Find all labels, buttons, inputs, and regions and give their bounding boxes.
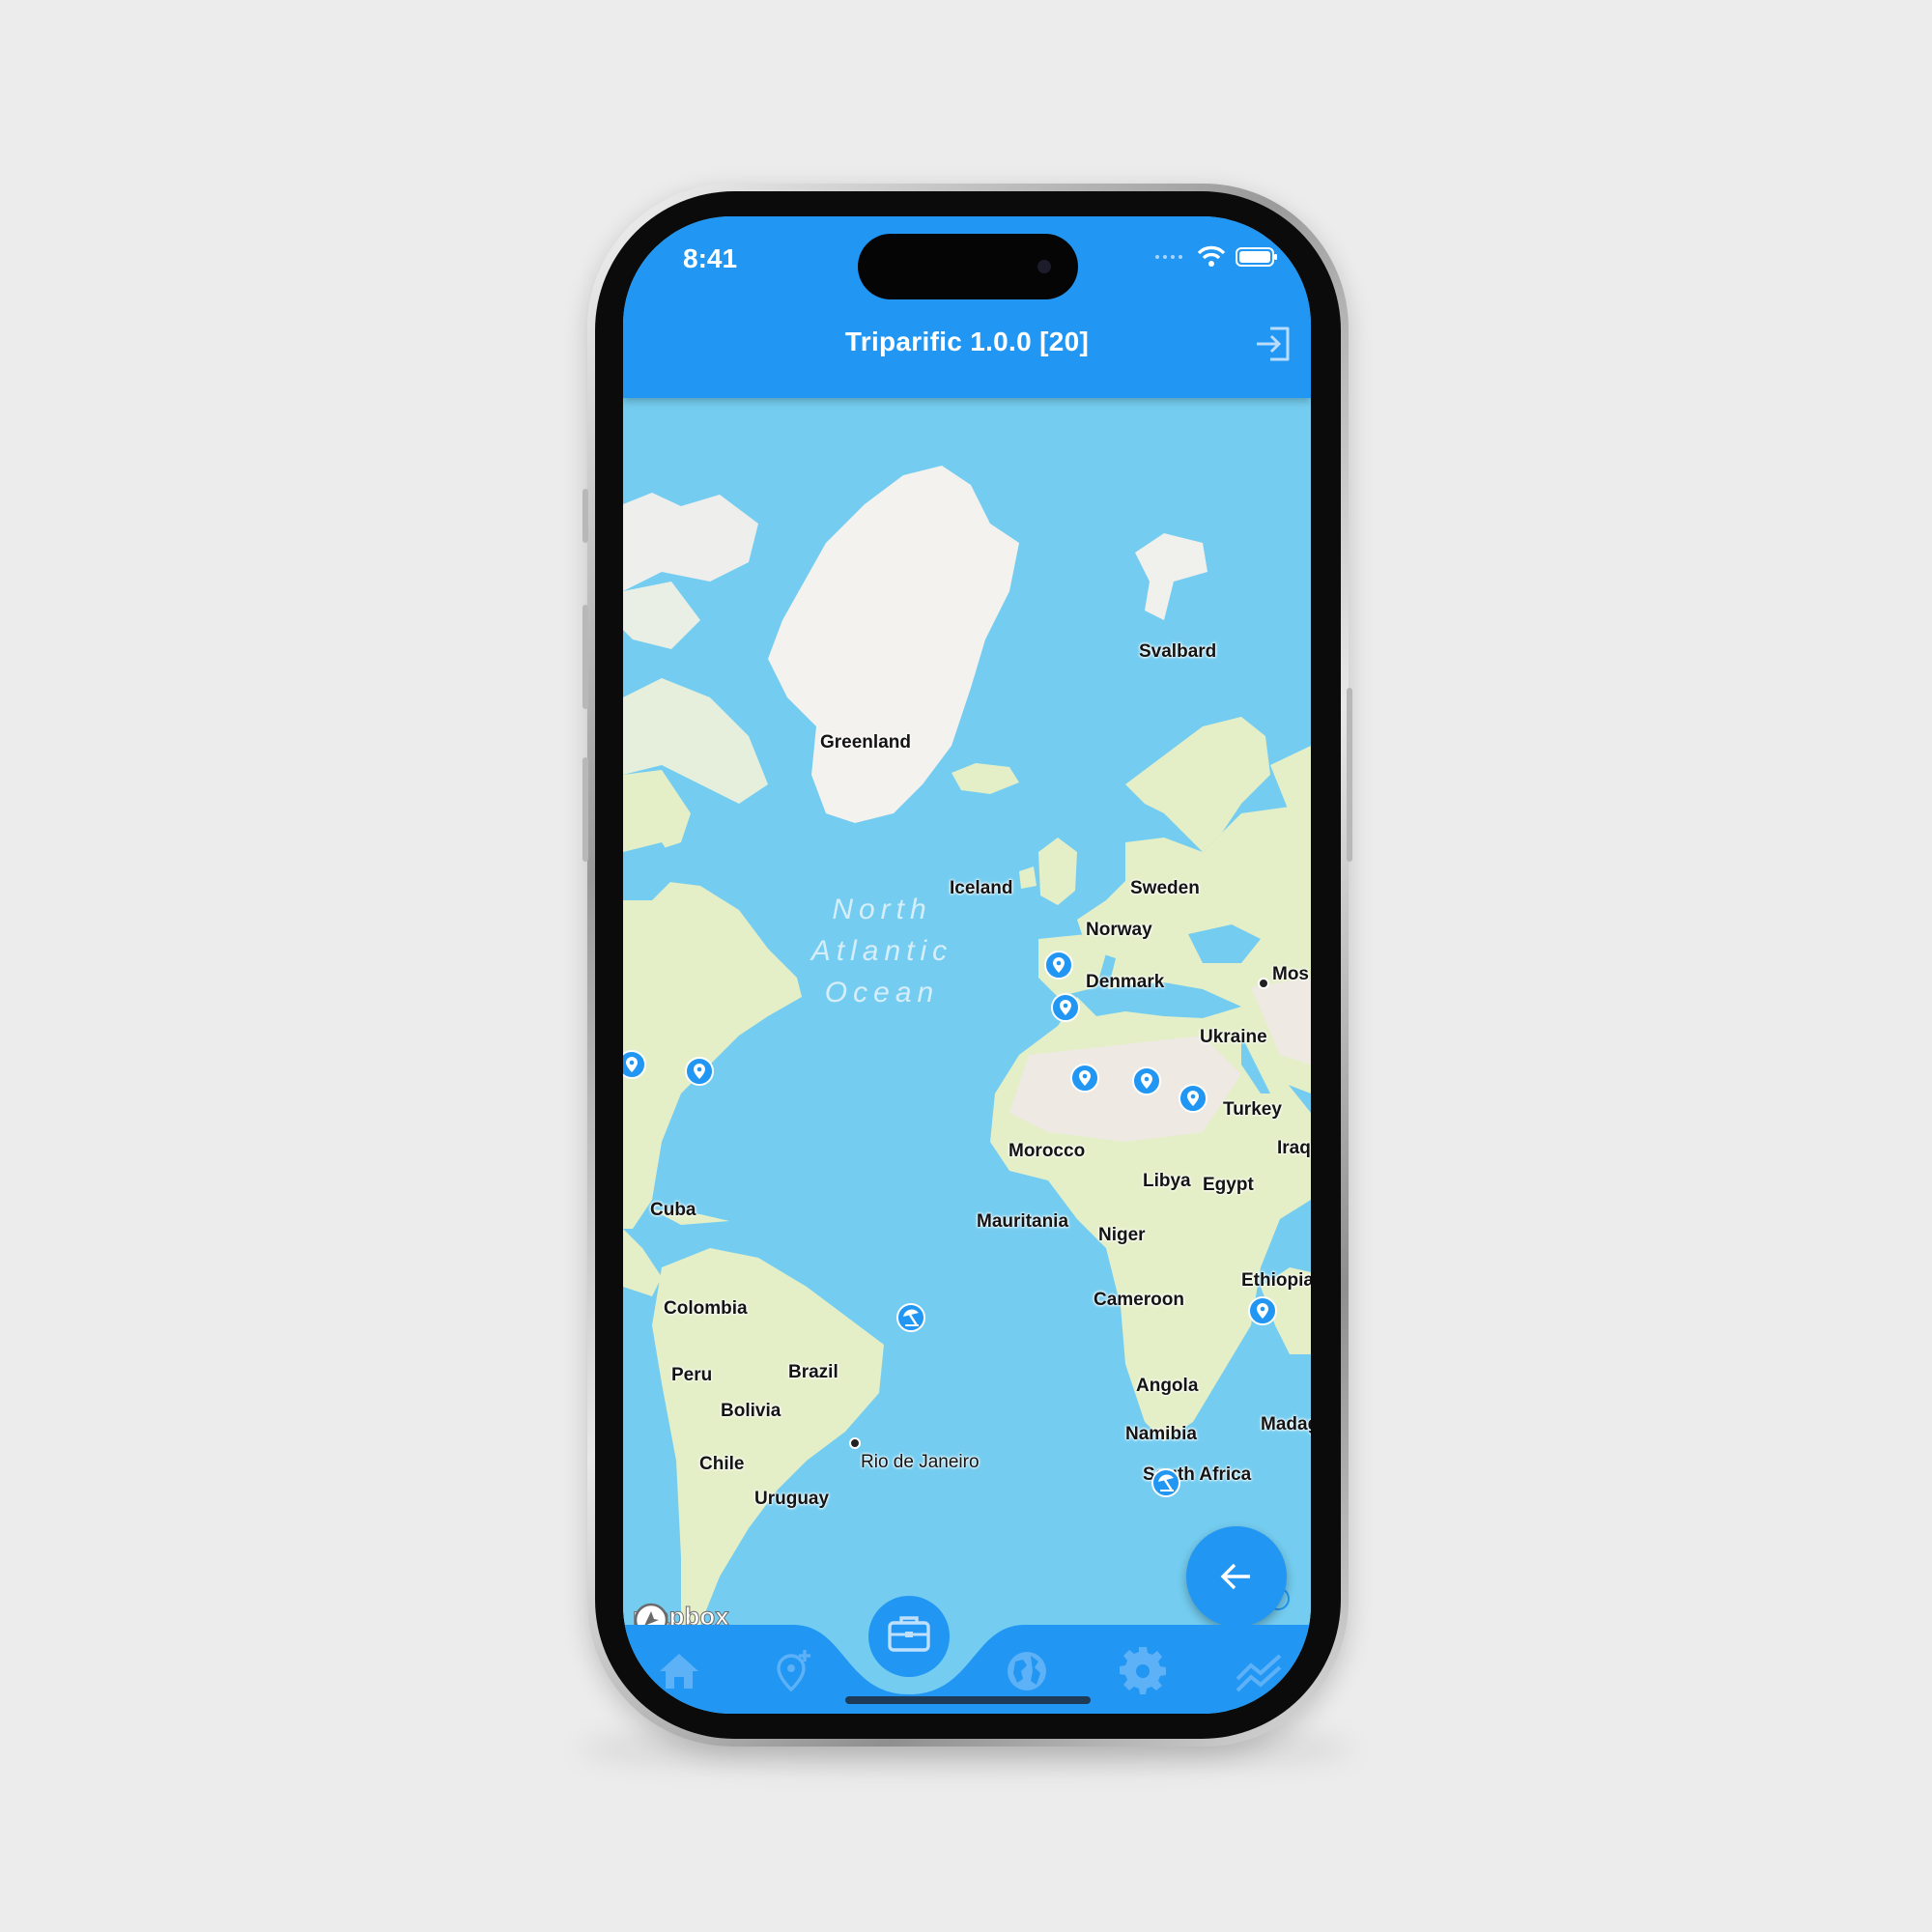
signal-icon [1155, 255, 1182, 259]
add-location-icon[interactable] [768, 1644, 822, 1698]
location-pin-icon[interactable] [1248, 1296, 1277, 1331]
phone-screen: North Atlantic Ocean Greenland Svalbard … [623, 216, 1311, 1714]
phone-side-button [582, 489, 588, 543]
location-pin-icon[interactable] [623, 1050, 646, 1085]
label-denmark: Denmark [1086, 972, 1165, 992]
back-fab-button[interactable] [1186, 1526, 1287, 1627]
label-ukraine: Ukraine [1200, 1027, 1267, 1047]
arrow-left-icon [1220, 1563, 1250, 1590]
label-iraq: Iraq [1277, 1138, 1311, 1158]
location-pin-icon[interactable] [1051, 993, 1080, 1028]
stats-icon[interactable] [1232, 1644, 1286, 1698]
city-dot-moscow [1258, 978, 1269, 989]
map-canvas [623, 398, 1311, 1636]
label-turkey: Turkey [1223, 1099, 1282, 1120]
label-morocco: Morocco [1009, 1141, 1086, 1161]
label-bolivia: Bolivia [721, 1401, 781, 1421]
label-colombia: Colombia [664, 1298, 748, 1319]
label-mauritania: Mauritania [977, 1211, 1069, 1232]
city-dot-rio [849, 1437, 861, 1449]
status-icons [1154, 245, 1278, 269]
globe-icon[interactable] [1000, 1644, 1054, 1698]
camera-lens [1037, 260, 1051, 273]
label-madagascar: Madag [1261, 1414, 1311, 1435]
location-pin-icon[interactable] [1132, 1066, 1161, 1101]
wifi-icon [1197, 245, 1226, 267]
label-angola: Angola [1136, 1376, 1199, 1396]
phone-power-button [1347, 688, 1352, 862]
home-indicator[interactable] [845, 1696, 1091, 1704]
phone-volume-down-button [582, 757, 588, 862]
label-norway: Norway [1086, 920, 1152, 940]
world-map[interactable]: North Atlantic Ocean Greenland Svalbard … [623, 398, 1311, 1637]
label-egypt: Egypt [1203, 1175, 1254, 1195]
settings-icon[interactable] [1116, 1644, 1170, 1698]
location-pin-icon[interactable] [685, 1057, 714, 1092]
location-pin-icon[interactable] [1070, 1064, 1099, 1098]
location-pin-icon[interactable] [1179, 1084, 1208, 1119]
label-cuba: Cuba [650, 1200, 696, 1220]
battery-icon [1236, 247, 1277, 267]
label-namibia: Namibia [1125, 1424, 1197, 1444]
label-svalbard: Svalbard [1139, 641, 1217, 662]
trips-tab[interactable] [868, 1596, 950, 1677]
label-brazil: Brazil [788, 1362, 838, 1382]
label-ethiopia: Ethiopia [1241, 1270, 1311, 1291]
home-icon[interactable] [652, 1644, 706, 1698]
label-libya: Libya [1143, 1171, 1191, 1191]
beach-umbrella-icon[interactable] [896, 1303, 925, 1332]
dynamic-island [858, 234, 1078, 299]
label-moscow: Mos [1272, 964, 1309, 984]
label-uruguay: Uruguay [754, 1489, 830, 1509]
status-time: 8:41 [683, 243, 738, 273]
label-rio-de-janeiro: Rio de Janeiro [861, 1452, 980, 1472]
label-cameroon: Cameroon [1094, 1290, 1184, 1310]
login-icon[interactable] [1253, 325, 1293, 363]
label-niger: Niger [1098, 1225, 1146, 1245]
label-peru: Peru [671, 1365, 713, 1385]
bottom-navigation-bar [623, 1596, 1311, 1714]
label-chile: Chile [699, 1454, 745, 1474]
briefcase-icon [888, 1616, 930, 1652]
phone-volume-up-button [582, 605, 588, 709]
label-iceland: Iceland [950, 878, 1013, 898]
label-sweden: Sweden [1130, 878, 1200, 898]
ocean-label: North Atlantic Ocean [810, 894, 953, 1009]
beach-umbrella-icon[interactable] [1151, 1468, 1180, 1497]
location-pin-icon[interactable] [1044, 951, 1073, 985]
app-title: Triparific 1.0.0 [20] [844, 327, 1090, 356]
label-greenland: Greenland [820, 732, 911, 753]
